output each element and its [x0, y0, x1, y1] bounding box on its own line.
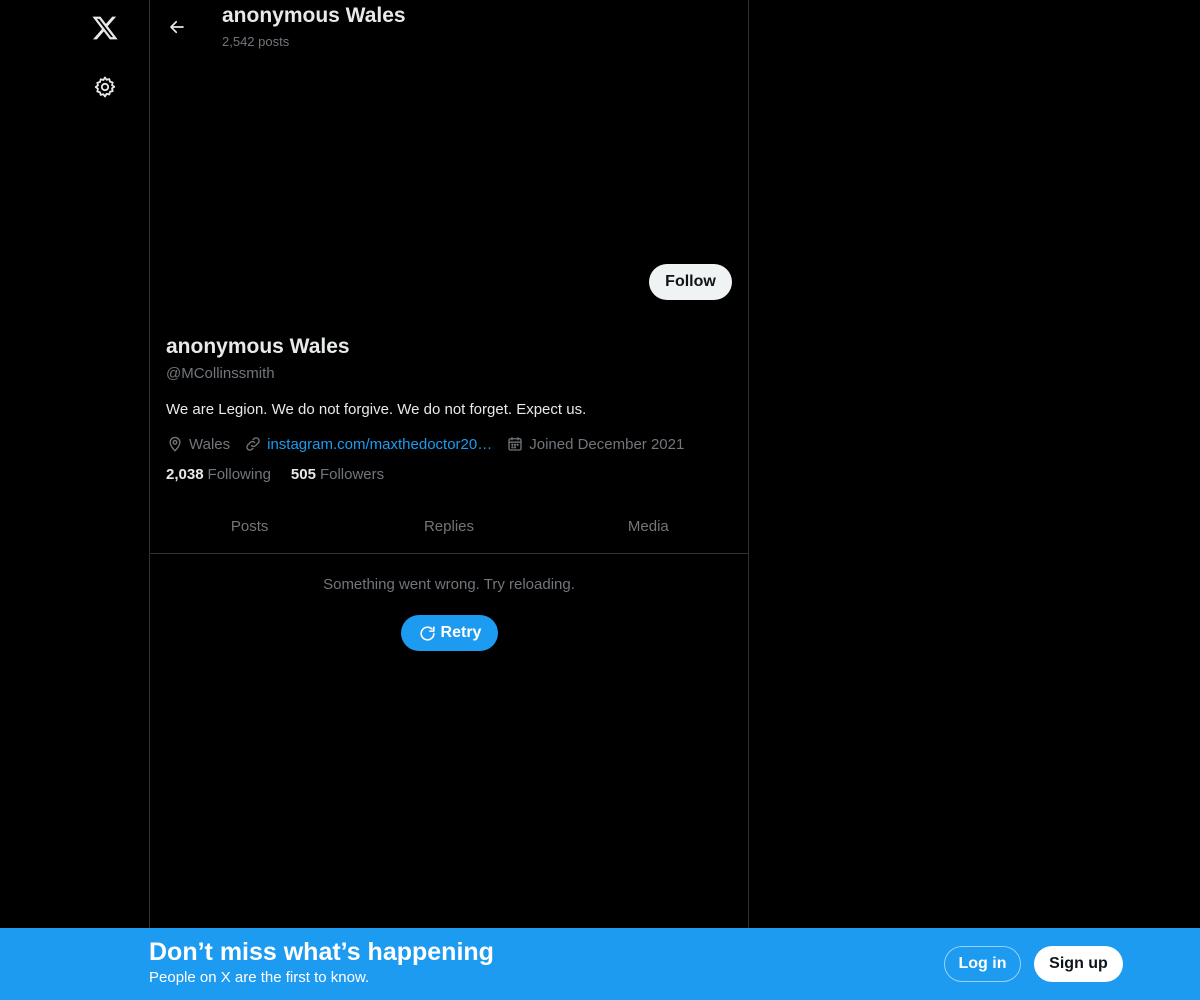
back-button[interactable] — [160, 10, 194, 44]
retry-button[interactable]: Retry — [401, 615, 498, 651]
gear-icon — [94, 76, 116, 98]
x-logo-link[interactable] — [80, 3, 130, 53]
link-icon — [246, 437, 260, 451]
banner-subtitle: People on X are the first to know. — [149, 969, 370, 986]
following-label: Following — [207, 466, 271, 483]
following-link[interactable]: 2,038 Following — [166, 466, 271, 483]
profile-name: anonymous Wales — [166, 335, 350, 358]
location-pin-icon — [169, 436, 181, 452]
settings-button[interactable] — [80, 62, 130, 112]
profile-website: instagram.com/maxthedoctor20… — [244, 435, 492, 453]
x-logo-icon — [92, 16, 118, 40]
profile-tabs: Posts Replies Media — [150, 500, 748, 554]
header-title: anonymous Wales — [222, 4, 406, 27]
profile-header-bar: anonymous Wales 2,542 posts — [150, 0, 748, 53]
profile-stats: 2,038 Following 505 Followers — [166, 466, 404, 483]
header-post-count: 2,542 posts — [222, 34, 290, 49]
tab-posts[interactable]: Posts — [150, 500, 349, 553]
profile-column: anonymous Wales 2,542 posts Follow anony… — [149, 0, 749, 1000]
banner-title: Don’t miss what’s happening — [149, 938, 494, 966]
signup-button[interactable]: Sign up — [1034, 946, 1123, 982]
signup-banner: Don’t miss what’s happening People on X … — [0, 928, 1200, 1000]
profile-bio: We are Legion. We do not forgive. We do … — [166, 401, 587, 418]
joined-text: Joined December 2021 — [529, 435, 685, 453]
refresh-icon — [419, 625, 435, 641]
login-button[interactable]: Log in — [944, 946, 1021, 982]
tab-media[interactable]: Media — [549, 500, 748, 553]
tab-replies[interactable]: Replies — [349, 500, 548, 553]
arrow-left-icon — [170, 20, 184, 34]
profile-handle: @MCollinssmith — [166, 365, 275, 382]
calendar-icon — [508, 437, 522, 451]
follow-button[interactable]: Follow — [649, 264, 732, 300]
website-link[interactable]: instagram.com/maxthedoctor20… — [267, 436, 492, 453]
profile-location: Wales — [166, 435, 230, 453]
followers-link[interactable]: 505 Followers — [291, 466, 384, 483]
feed-error-message: Something went wrong. Try reloading. — [323, 576, 575, 593]
profile-joined: Joined December 2021 — [506, 435, 684, 453]
followers-label: Followers — [319, 466, 385, 483]
retry-label: Retry — [440, 624, 482, 641]
profile-meta: Wales instagram.com/maxthedoctor20… Join… — [166, 433, 698, 455]
following-count: 2,038 — [166, 466, 204, 483]
left-navigation — [0, 0, 149, 1000]
location-text: Wales — [189, 435, 231, 453]
followers-count: 505 — [290, 466, 316, 483]
